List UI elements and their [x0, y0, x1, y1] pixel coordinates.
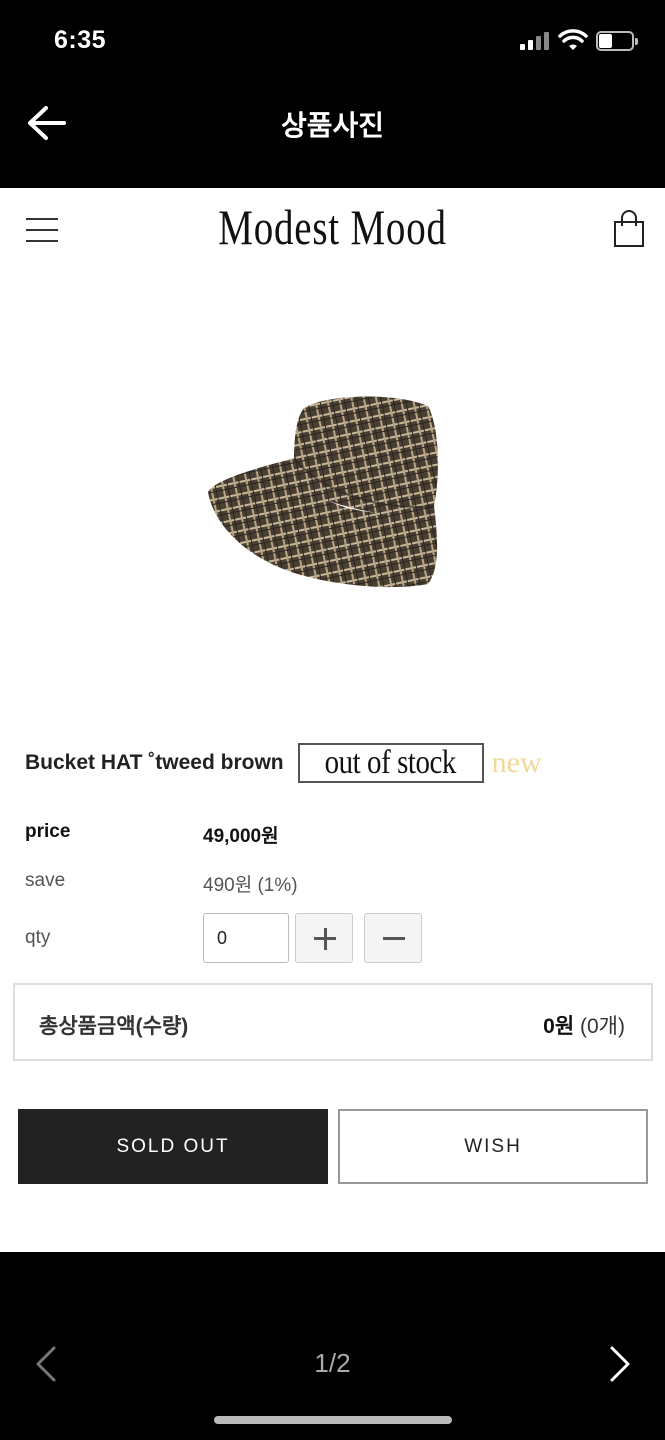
out-of-stock-label: out of stock — [324, 744, 457, 781]
image-pager: 1/2 — [0, 1252, 665, 1440]
product-name: Bucket HAT ˚tweed brown — [25, 751, 284, 774]
quantity-increase-button[interactable] — [295, 913, 353, 963]
status-bar: 6:35 — [0, 0, 665, 80]
price-label: price — [25, 821, 71, 842]
hamburger-menu-icon[interactable] — [26, 218, 58, 242]
sold-out-button[interactable]: SOLD OUT — [18, 1109, 328, 1184]
new-badge: new — [491, 746, 542, 779]
total-count: (0개) — [580, 1015, 625, 1038]
shopping-bag-icon[interactable] — [612, 210, 646, 248]
page-title: 상품사진 — [280, 110, 385, 141]
battery-icon — [596, 31, 638, 51]
total-summary: 총상품금액(수량) 0원 (0개) — [13, 983, 653, 1061]
home-indicator[interactable] — [214, 1416, 452, 1424]
total-label: 총상품금액(수량) — [39, 1015, 189, 1038]
minus-icon — [383, 937, 405, 940]
product-title-row: Bucket HAT ˚tweed brown out of stock new — [25, 740, 542, 786]
store-logo[interactable]: Modest Mood — [73, 198, 592, 256]
qty-label: qty — [25, 927, 51, 948]
wifi-icon — [558, 29, 588, 50]
chevron-right-icon[interactable] — [604, 1344, 636, 1384]
cellular-signal-icon — [520, 32, 552, 50]
status-time: 6:35 — [54, 26, 107, 54]
quantity-input[interactable] — [203, 913, 289, 963]
save-label: save — [25, 870, 66, 891]
product-page: Modest Mood Bucket HAT ˚tweed brown out … — [0, 188, 665, 1252]
save-value: 490원 (1%) — [203, 875, 298, 896]
product-image — [208, 396, 438, 588]
page-indicator: 1/2 — [314, 1348, 351, 1378]
total-value: 0원 (0개) — [543, 1010, 625, 1040]
price-value: 49,000원 — [203, 826, 279, 847]
out-of-stock-badge: out of stock — [297, 743, 484, 783]
total-amount: 0원 — [543, 1015, 575, 1038]
wish-button[interactable]: WISH — [338, 1109, 648, 1184]
navigation-bar: 상품사진 — [0, 80, 665, 188]
quantity-decrease-button[interactable] — [364, 913, 422, 963]
